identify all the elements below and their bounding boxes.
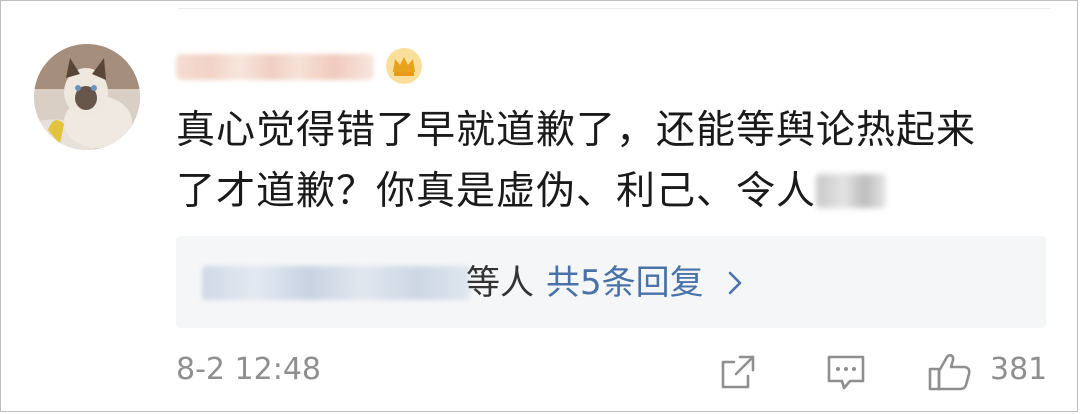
comment-text: 真心觉得错了早就道歉了，还能等舆论热起来 了才道歉？你真是虚伪、利己、令人 <box>176 100 1036 222</box>
reply-count-link[interactable]: 共5条回复 <box>546 258 704 308</box>
comment-line-2: 了才道歉？你真是虚伪、利己、令人 <box>176 161 1036 222</box>
share-button[interactable] <box>718 352 758 392</box>
like-count: 381 <box>990 352 1048 387</box>
username-mosaic <box>176 54 374 80</box>
crown-badge-icon <box>384 46 424 86</box>
like-button[interactable] <box>928 352 972 392</box>
divider <box>178 8 1050 9</box>
avatar[interactable] <box>34 44 140 150</box>
cat-avatar-image <box>34 44 140 150</box>
censored-text <box>816 174 887 208</box>
reply-suffix: 等人 <box>466 263 534 303</box>
share-icon <box>721 355 755 389</box>
reply-names-blurred <box>202 266 470 300</box>
comment-button[interactable] <box>826 352 866 392</box>
comment-line-2-text: 了才道歉？你真是虚伪、利己、令人 <box>176 169 817 214</box>
thumbs-up-icon <box>928 354 971 391</box>
username-blurred[interactable] <box>176 54 376 84</box>
chevron-right-icon[interactable] <box>722 270 748 296</box>
timestamp: 8-2 12:48 <box>176 352 321 387</box>
reply-summary-box[interactable]: 等人 共5条回复 <box>176 236 1046 328</box>
comment-line-1: 真心觉得错了早就道歉了，还能等舆论热起来 <box>176 108 977 153</box>
comment-icon <box>827 355 865 390</box>
